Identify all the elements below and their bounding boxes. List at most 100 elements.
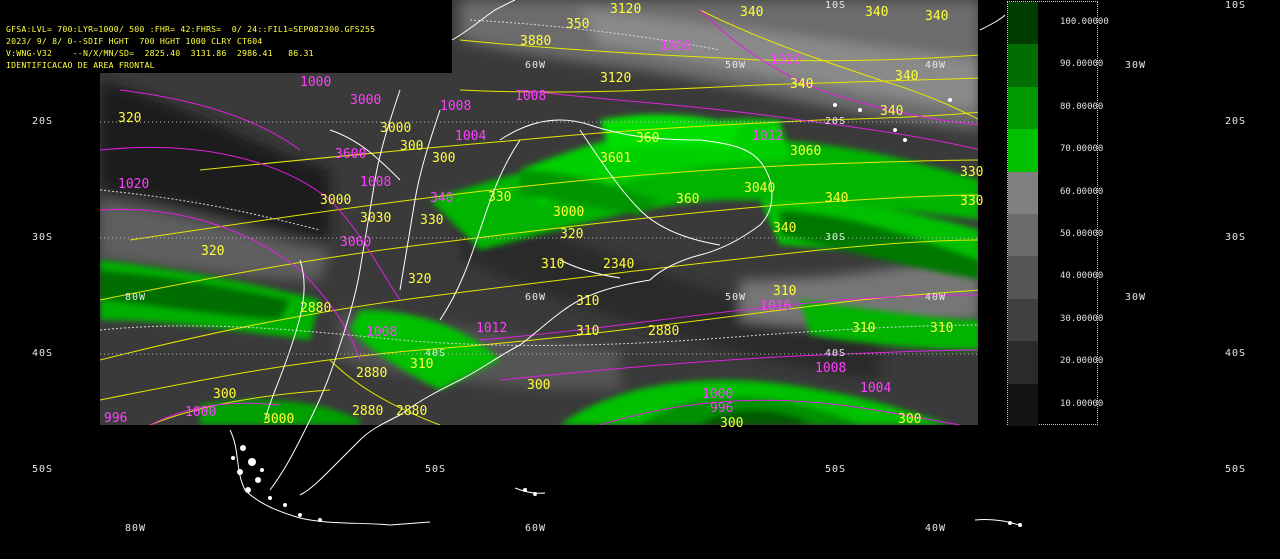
svg-text:3060: 3060 [340,235,371,250]
thickness-label: 360 [636,131,659,146]
tierra-del-fuego [229,429,1023,527]
legend-value: 80.00000 [1060,101,1104,112]
legend-swatch [1008,383,1038,426]
thickness-label: 340 [773,221,796,236]
legend-value: 20.00000 [1060,356,1104,367]
lat-label-30s-right: 30S [1225,232,1247,243]
thickness-label: 310 [852,321,875,336]
pressure-label: 1020 [118,177,149,192]
lat-label-20s-center: 20S [825,116,847,127]
thickness-label: 320 [201,244,224,259]
legend-value: 10.00000 [1060,398,1104,409]
thickness-label: 340 [925,9,948,24]
thickness-label: 3120 [600,71,631,86]
lat-label-20s-right: 20S [1225,116,1247,127]
thickness-label: 300 [720,416,743,431]
thickness-label: 340 [865,5,888,20]
thickness-label: 330 [488,190,511,205]
thickness-label: 300 [527,378,550,393]
legend-value: 30.00000 [1060,313,1104,324]
svg-text:330: 330 [420,213,443,228]
svg-text:1008: 1008 [360,175,391,190]
lon-label-50w-mid: 50W [725,292,747,303]
pressure-label: 1016 [760,299,791,314]
thickness-label: 310 [773,284,796,299]
legend-value: 90.00000 [1060,59,1104,70]
pressure-label: 1012 [476,321,507,336]
lat-label-10s-center: 10S [825,0,847,11]
legend-swatch [1008,341,1038,384]
lat-label-40s-right: 40S [1225,348,1247,359]
header-line-4: IDENTIFICACAO DE AREA FRONTAL [6,60,155,70]
thickness-label: 310 [541,257,564,272]
thickness-label: 3000 [263,412,294,427]
lon-label-60w-bottom: 60W [525,523,547,534]
thickness-label: 300 [898,412,921,427]
thickness-label: 2880 [356,366,387,381]
svg-text:1000: 1000 [300,75,331,90]
legend-swatch [1008,214,1038,257]
lon-label-40w-top: 40W [925,60,947,71]
thickness-label: 310 [930,321,953,336]
thickness-label: 3880 [520,34,551,49]
thickness-label: 360 [676,192,699,207]
thickness-label: 3601 [600,151,631,166]
legend-value: 100.00000 [1060,17,1109,27]
thickness-label: 340 [790,77,813,92]
pressure-label: 1000 [185,405,216,420]
lat-label-20s-left: 20S [32,116,54,127]
svg-text:1004: 1004 [455,129,486,144]
thickness-label: 2340 [603,257,634,272]
legend-swatch [1008,2,1038,45]
pressure-label: 1020 [770,53,801,68]
satellite-map-screen: 350 3120 340 340 340 3880 3120 340 340 3… [0,0,1280,559]
lon-label-60w-mid: 60W [525,292,547,303]
thickness-label: 3120 [610,2,641,17]
pressure-label: 996 [710,401,733,416]
header-line-1: GFSA:LVL= 700:LYR=1000/ 500 :FHR= 42:FHR… [6,24,376,34]
thickness-label: 340 [825,191,848,206]
lat-label-50s-mid: 50S [425,464,447,475]
legend-value: 40.00000 [1060,271,1104,282]
svg-text:340: 340 [430,191,453,206]
lat-label-30s-left: 30S [32,232,54,243]
svg-text:3000: 3000 [380,121,411,136]
thickness-label: 320 [408,272,431,287]
svg-text:1008: 1008 [440,99,471,114]
thickness-label: 340 [740,5,763,20]
lon-label-40w-bottom: 40W [925,523,947,534]
lon-label-80w-mid: 80W [125,292,147,303]
thickness-label: 3040 [744,181,775,196]
legend-value: 60.00000 [1060,186,1104,197]
lon-label-30w-top: 30W [1125,60,1147,71]
thickness-label: 2880 [352,404,383,419]
svg-text:300: 300 [432,151,455,166]
legend-swatch [1008,298,1038,342]
lat-label-30s-center: 30S [825,232,847,243]
lat-label-40s-mid: 40S [425,348,447,359]
thickness-label: 300 [213,387,236,402]
lon-label-80w-bottom: 80W [125,523,147,534]
lat-label-40s-left: 40S [32,348,54,359]
lon-label-50w-top: 50W [725,60,747,71]
lat-label-50s-center: 50S [825,464,847,475]
header-line-2: 2023/ 9/ 8/ 0--SDIF HGHT 700 HGHT 1000 C… [6,36,263,46]
lat-label-10s-right: 10S [1225,0,1247,11]
lon-label-40w-mid: 40W [925,292,947,303]
pressure-label: 1012 [752,129,783,144]
legend-swatch [1008,86,1038,130]
thickness-label: 320 [118,111,141,126]
pressure-label: 996 [104,411,127,426]
lat-label-50s-left: 50S [32,464,54,475]
svg-text:3030: 3030 [360,211,391,226]
pressure-label: 1008 [815,361,846,376]
svg-text:3600: 3600 [335,147,366,162]
lon-label-60w-top: 60W [525,60,547,71]
legend-swatch [1008,171,1038,214]
thickness-label: 3060 [790,144,821,159]
thickness-label: 330 [960,165,983,180]
svg-text:3000: 3000 [350,93,381,108]
thickness-label: 330 [960,194,983,209]
legend-swatch [1008,44,1038,87]
lon-label-30w-mid: 30W [1125,292,1147,303]
